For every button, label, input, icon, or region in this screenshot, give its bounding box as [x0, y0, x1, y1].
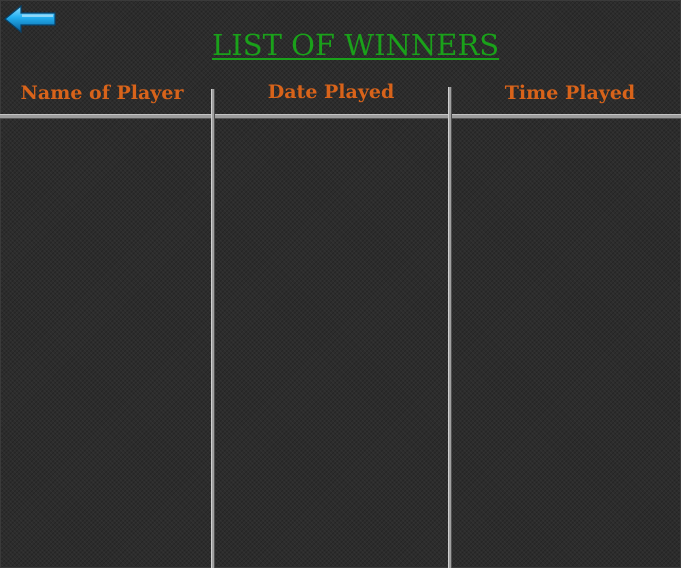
page-title: LIST OF WINNERS: [212, 28, 500, 62]
column-header-name: Name of Player: [20, 82, 184, 104]
column-header-time: Time Played: [504, 82, 636, 104]
winners-table-body: [0, 119, 681, 568]
arrow-left-icon: [4, 4, 56, 34]
back-button[interactable]: [3, 4, 57, 34]
column-header-date: Date Played: [267, 81, 395, 103]
